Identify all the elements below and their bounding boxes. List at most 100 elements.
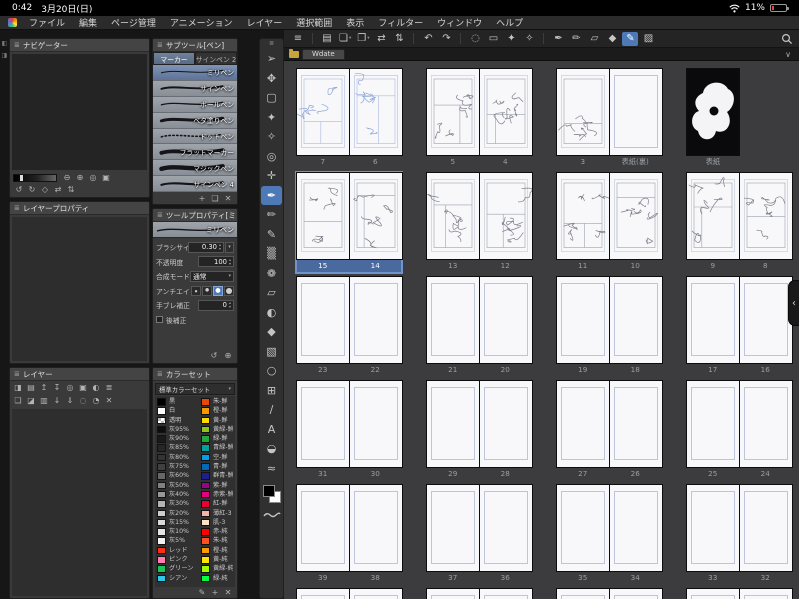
page-thumbnail[interactable] xyxy=(557,485,609,571)
menu-item-9[interactable]: ウィンドウ xyxy=(430,16,489,29)
eraser-tool-icon[interactable]: ▱ xyxy=(586,32,602,46)
app-logo-icon[interactable] xyxy=(8,18,17,27)
brush-tool-icon[interactable]: ✎ xyxy=(261,225,282,245)
menu-item-3[interactable]: ページ管理 xyxy=(104,16,163,29)
blend-combine-icon[interactable]: ◨ xyxy=(12,382,24,393)
antialias-level-1-button[interactable]: ● xyxy=(202,285,212,296)
page-thumbnail[interactable] xyxy=(297,485,349,571)
menu-item-7[interactable]: 表示 xyxy=(339,16,371,29)
color-swatch[interactable] xyxy=(201,546,210,555)
subtool-tab-2[interactable]: サインペン 2 xyxy=(195,52,237,65)
delete-layer-icon[interactable]: ✕ xyxy=(103,395,115,406)
delete-subtool-icon[interactable]: ✕ xyxy=(222,193,234,204)
rotate-right-icon[interactable]: ↻ xyxy=(26,184,38,195)
page-thumbnail[interactable] xyxy=(740,173,792,259)
page-thumbnail[interactable] xyxy=(687,69,739,155)
text-tool-icon[interactable]: A xyxy=(261,420,282,440)
zoom-tool-icon[interactable]: ◎ xyxy=(261,147,282,167)
color-swatch[interactable] xyxy=(157,490,166,499)
color-swatch[interactable] xyxy=(201,490,210,499)
gradient-tool-icon[interactable]: ▧ xyxy=(261,342,282,362)
page-thumbnail[interactable] xyxy=(610,485,662,571)
eyedropper-tool-icon[interactable]: ✧ xyxy=(261,127,282,147)
rotate-left-icon[interactable]: ↺ xyxy=(13,184,25,195)
page-spread-cell[interactable]: 3 表紙(裏) xyxy=(557,69,662,168)
new-folder-icon[interactable]: ▥ xyxy=(38,395,50,406)
pen-tool-icon[interactable]: ✒ xyxy=(261,185,282,205)
menu-item-6[interactable]: 選択範囲 xyxy=(289,16,339,29)
color-swatch[interactable] xyxy=(157,556,166,564)
page-spread-cell[interactable]: 37 36 xyxy=(427,485,532,584)
page-thumbnail[interactable] xyxy=(687,589,739,599)
page-thumbnail[interactable] xyxy=(297,173,349,259)
zoom-slider[interactable] xyxy=(13,173,57,182)
brush-size-picker-button[interactable]: ▾ xyxy=(225,241,234,253)
page-thumbnail[interactable] xyxy=(687,277,739,363)
page-thumbnail[interactable] xyxy=(610,589,662,599)
page-spread-cell[interactable]: 27 26 xyxy=(557,381,662,480)
subtool-item[interactable]: サインペン 4 xyxy=(153,176,237,192)
rect-select-icon[interactable]: ▭ xyxy=(485,32,501,46)
page-spread-cell[interactable]: 23 22 xyxy=(297,277,402,376)
page-thumbnail[interactable] xyxy=(427,173,479,259)
subtool-tab-1[interactable]: マーカー xyxy=(153,52,195,65)
color-swatch[interactable] xyxy=(157,463,166,471)
color-swatch[interactable] xyxy=(201,425,210,434)
add-color-icon[interactable]: + xyxy=(209,587,221,598)
color-swatch[interactable] xyxy=(157,546,166,555)
color-swatch[interactable] xyxy=(201,444,210,452)
page-thumbnail[interactable] xyxy=(480,381,532,467)
transfer-down-icon[interactable]: ↓ xyxy=(51,395,63,406)
color-swatch[interactable] xyxy=(157,518,166,527)
color-swatch[interactable] xyxy=(157,407,166,415)
color-swatch[interactable] xyxy=(201,453,210,462)
page-spread-cell[interactable]: 33 32 xyxy=(687,485,792,584)
frame-border-tool-icon[interactable]: ⊞ xyxy=(261,381,282,401)
panel-menu-icon[interactable]: ≣ xyxy=(157,370,163,378)
balloon-tool-icon[interactable]: ◒ xyxy=(261,439,282,459)
main-menu-icon[interactable]: ≡ xyxy=(290,32,306,46)
layer-menu-icon[interactable]: ≣ xyxy=(103,382,115,393)
page-spread-cell[interactable]: 54 xyxy=(427,69,532,168)
post-correction-checkbox[interactable] xyxy=(156,316,163,323)
page-thumbnail[interactable] xyxy=(557,69,609,155)
panel-menu-icon[interactable]: ≣ xyxy=(14,370,20,378)
page-thumbnail[interactable] xyxy=(427,485,479,571)
collapsed-panel-tab-icon[interactable]: ◧ xyxy=(2,40,8,47)
panel-menu-icon[interactable]: ≣ xyxy=(157,41,163,49)
page-spread-cell[interactable]: 21 20 xyxy=(427,277,532,376)
page-thumbnail[interactable] xyxy=(427,381,479,467)
menu-item-8[interactable]: フィルター xyxy=(371,16,430,29)
swap-pages-icon[interactable]: ⇄ xyxy=(373,32,389,46)
fill-tool-icon[interactable]: ◆ xyxy=(604,32,620,46)
color-swatch[interactable] xyxy=(157,565,166,573)
canvas-tab[interactable]: Wdate xyxy=(302,48,345,60)
color-swatch[interactable] xyxy=(201,481,210,490)
antialias-level-0-button[interactable]: ● xyxy=(191,285,201,296)
page-thumbnail[interactable] xyxy=(480,173,532,259)
color-swatch[interactable] xyxy=(157,398,166,406)
register-settings-icon[interactable]: ⊕ xyxy=(222,350,234,361)
page-thumbnail[interactable] xyxy=(427,277,479,363)
color-swatch[interactable] xyxy=(157,500,166,508)
subtool-item[interactable]: サインペン xyxy=(153,80,237,97)
lasso-select-icon[interactable]: ◌ xyxy=(467,32,483,46)
page-spread-cell[interactable] xyxy=(687,589,792,599)
brush-tool-icon[interactable]: ✎ xyxy=(622,31,639,46)
hand-tool-icon[interactable]: ✛ xyxy=(261,166,282,186)
redo-icon[interactable]: ↷ xyxy=(438,32,454,46)
blend-tool-icon[interactable]: ◐ xyxy=(261,303,282,323)
pencil-tool-icon[interactable]: ✏ xyxy=(568,32,584,46)
property-value-field[interactable]: 100 ▴ ▾ xyxy=(198,256,234,267)
zoom-reset-icon[interactable]: ◎ xyxy=(87,172,99,183)
select-pen-icon[interactable]: ✧ xyxy=(521,32,537,46)
page-thumbnail[interactable] xyxy=(480,69,532,155)
move-layer-tool-icon[interactable]: ✥ xyxy=(261,69,282,89)
reset-settings-icon[interactable]: ↺ xyxy=(208,350,220,361)
color-swatch[interactable] xyxy=(157,481,166,490)
page-thumbnail[interactable] xyxy=(557,173,609,259)
page-thumbnail[interactable] xyxy=(480,277,532,363)
page-thumbnail[interactable] xyxy=(350,173,402,259)
page-thumbnail[interactable] xyxy=(297,381,349,467)
page-spread-cell[interactable]: 13 12 xyxy=(427,173,532,272)
